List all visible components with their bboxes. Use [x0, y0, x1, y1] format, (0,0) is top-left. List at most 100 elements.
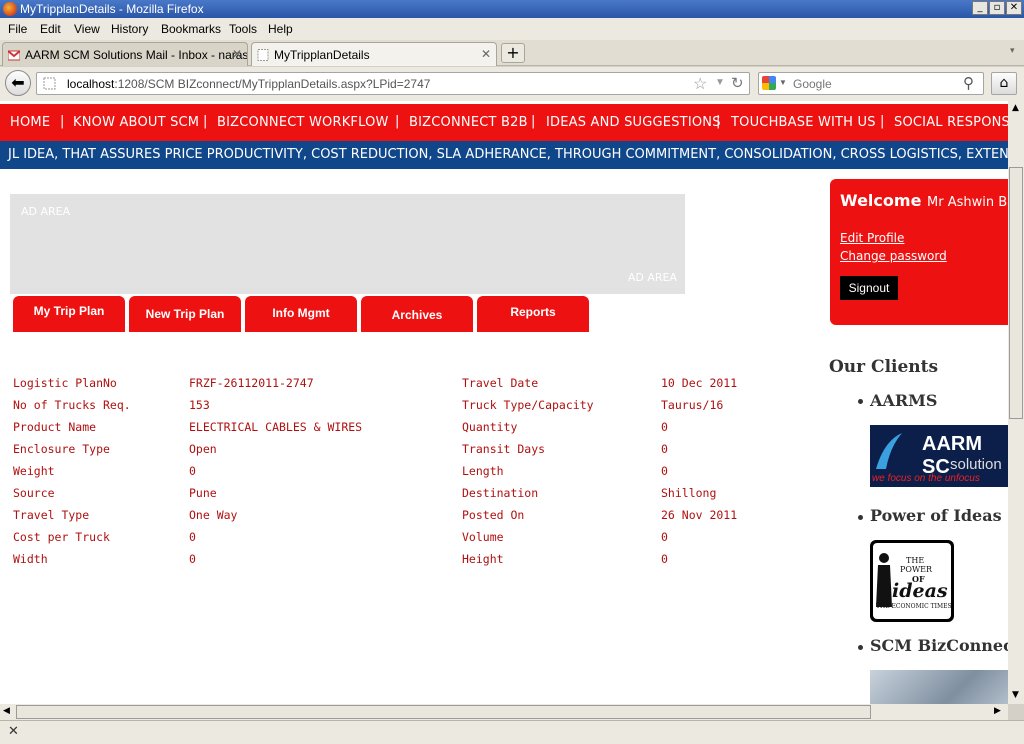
- page-content: HOME | KNOW ABOUT SCM | BIZCONNECT WORKF…: [0, 101, 1008, 704]
- nav-ideas-and-suggestions[interactable]: IDEAS AND SUGGESTIONS: [546, 115, 721, 130]
- horizontal-scrollbar[interactable]: ◀ ▶: [0, 704, 1008, 720]
- nav-know-about-scm[interactable]: KNOW ABOUT SCM: [73, 115, 199, 130]
- menu-tools[interactable]: Tools: [229, 22, 257, 36]
- minimize-button[interactable]: _: [972, 1, 988, 15]
- detail-value: 0: [661, 442, 668, 456]
- tab-archives[interactable]: Archives: [361, 296, 473, 332]
- detail-label: Travel Type: [13, 508, 90, 522]
- detail-value: 0: [189, 530, 196, 544]
- detail-label: Volume: [462, 530, 504, 544]
- tab-reports[interactable]: Reports: [477, 296, 589, 332]
- horizontal-scroll-thumb[interactable]: [16, 705, 871, 719]
- search-magnifier-icon[interactable]: ⚲: [963, 74, 974, 92]
- history-dropdown-icon[interactable]: ▼: [715, 77, 725, 88]
- close-tab-icon[interactable]: ✕: [232, 47, 242, 61]
- power-of-ideas-logo[interactable]: THE POWER OF ideas THE ECONOMIC TIMES: [870, 540, 954, 622]
- signout-button[interactable]: Signout: [840, 276, 898, 300]
- vertical-scrollbar[interactable]: ▲ ▼: [1008, 101, 1024, 704]
- detail-label: No of Trucks Req.: [13, 398, 131, 412]
- nav-touchbase-with-us[interactable]: TOUCHBASE WITH US: [731, 115, 876, 130]
- nav-bizconnect-workflow[interactable]: BIZCONNECT WORKFLOW: [217, 115, 389, 130]
- our-clients-heading: Our Clients: [829, 357, 939, 377]
- ad-label-top: AD AREA: [21, 205, 71, 218]
- url-path: :1208/SCM BIZconnect/MyTripplanDetails.a…: [114, 77, 431, 91]
- close-tab-icon[interactable]: ✕: [481, 47, 491, 61]
- detail-value: 26 Nov 2011: [661, 508, 738, 522]
- google-icon[interactable]: [762, 76, 776, 90]
- search-engine-dropdown-icon[interactable]: ▼: [779, 78, 787, 87]
- detail-value: Pune: [189, 486, 217, 500]
- ideas-logo-et: THE ECONOMIC TIMES: [876, 603, 952, 610]
- menu-history[interactable]: History: [111, 22, 148, 36]
- detail-label: Destination: [462, 486, 539, 500]
- nav-separator: |: [531, 114, 536, 129]
- tab-info-mgmt[interactable]: Info Mgmt: [245, 296, 357, 332]
- ad-label-bottom: AD AREA: [627, 271, 677, 284]
- nav-social-responsibility[interactable]: SOCIAL RESPONSI: [894, 115, 1008, 130]
- back-arrow-icon: ⬅: [11, 73, 25, 92]
- list-bullet: [858, 515, 863, 520]
- vertical-scroll-thumb[interactable]: [1009, 167, 1023, 419]
- search-bar[interactable]: ▼ Google ⚲: [758, 72, 984, 95]
- menu-bookmarks[interactable]: Bookmarks: [161, 22, 221, 36]
- tab-my-trip-plan[interactable]: My Trip Plan: [13, 296, 125, 332]
- scroll-down-arrow-icon[interactable]: ▼: [1012, 690, 1019, 700]
- detail-label: Posted On: [462, 508, 525, 522]
- list-bullet: [858, 399, 863, 404]
- search-input[interactable]: Google: [793, 77, 832, 91]
- gmail-icon: [8, 50, 20, 61]
- ad-area[interactable]: AD AREA AD AREA: [10, 194, 685, 294]
- menu-file[interactable]: File: [8, 22, 27, 36]
- nav-separator: |: [60, 114, 65, 129]
- edit-profile-link[interactable]: Edit Profile: [840, 231, 904, 245]
- detail-value: 0: [661, 420, 668, 434]
- tab-mytripplandetails[interactable]: MyTripplanDetails ✕: [251, 42, 497, 66]
- tab-inbox[interactable]: AARM SCM Solutions Mail - Inbox - narasi…: [2, 42, 248, 66]
- window-title: MyTripplanDetails - Mozilla Firefox: [20, 2, 204, 16]
- tab-new-trip-plan[interactable]: New Trip Plan: [129, 296, 241, 332]
- back-button[interactable]: ⬅: [5, 70, 31, 96]
- detail-label: Logistic PlanNo: [13, 376, 117, 390]
- scroll-right-arrow-icon[interactable]: ▶: [994, 706, 1001, 716]
- maximize-button[interactable]: ▫: [989, 1, 1005, 15]
- detail-label: Product Name: [13, 420, 97, 434]
- detail-label: Transit Days: [462, 442, 546, 456]
- new-tab-button[interactable]: +: [501, 43, 525, 63]
- tab-label: MyTripplanDetails: [274, 48, 370, 62]
- scroll-left-arrow-icon[interactable]: ◀: [3, 706, 10, 716]
- firefox-icon: [3, 2, 17, 16]
- change-password-link[interactable]: Change password: [840, 249, 947, 263]
- bookmark-star-icon[interactable]: ☆: [693, 74, 707, 94]
- detail-label: Width: [13, 552, 48, 566]
- scroll-up-arrow-icon[interactable]: ▲: [1012, 103, 1019, 113]
- detail-value: 0: [661, 464, 668, 478]
- menu-help[interactable]: Help: [268, 22, 293, 36]
- welcome-user-name: Mr Ashwin Bal: [927, 195, 1008, 210]
- reload-icon[interactable]: ↻: [731, 74, 744, 92]
- detail-label: Cost per Truck: [13, 530, 110, 544]
- aarm-logo[interactable]: AARM SC solution we focus on the unfocus: [870, 425, 1008, 487]
- home-icon: ⌂: [999, 75, 1009, 91]
- detail-label: Length: [462, 464, 504, 478]
- close-window-button[interactable]: ✕: [1006, 1, 1022, 15]
- nav-home[interactable]: HOME: [10, 115, 50, 130]
- detail-label: Quantity: [462, 420, 518, 434]
- scm-bizconnect-logo[interactable]: [870, 670, 1008, 704]
- site-identity-icon[interactable]: [43, 77, 56, 90]
- tab-label: AARM SCM Solutions Mail - Inbox - narasi…: [25, 48, 248, 62]
- detail-value: 0: [189, 552, 196, 566]
- nav-bizconnect-b2b[interactable]: BIZCONNECT B2B: [409, 115, 528, 130]
- menu-edit[interactable]: Edit: [40, 22, 61, 36]
- client-aarms: AARMS: [870, 391, 938, 410]
- detail-value: FRZF-26112011-2747: [189, 376, 314, 390]
- tab-list-icon[interactable]: ▾: [1010, 46, 1015, 56]
- menu-view[interactable]: View: [74, 22, 100, 36]
- close-findbar-icon[interactable]: ✕: [8, 724, 19, 739]
- detail-label: Enclosure Type: [13, 442, 110, 456]
- detail-label: Travel Date: [462, 376, 539, 390]
- detail-label: Height: [462, 552, 504, 566]
- home-button[interactable]: ⌂: [991, 72, 1017, 95]
- address-bar[interactable]: localhost:1208/SCM BIZconnect/MyTripplan…: [36, 72, 750, 95]
- detail-value: 0: [661, 552, 668, 566]
- detail-label: Truck Type/Capacity: [462, 398, 594, 412]
